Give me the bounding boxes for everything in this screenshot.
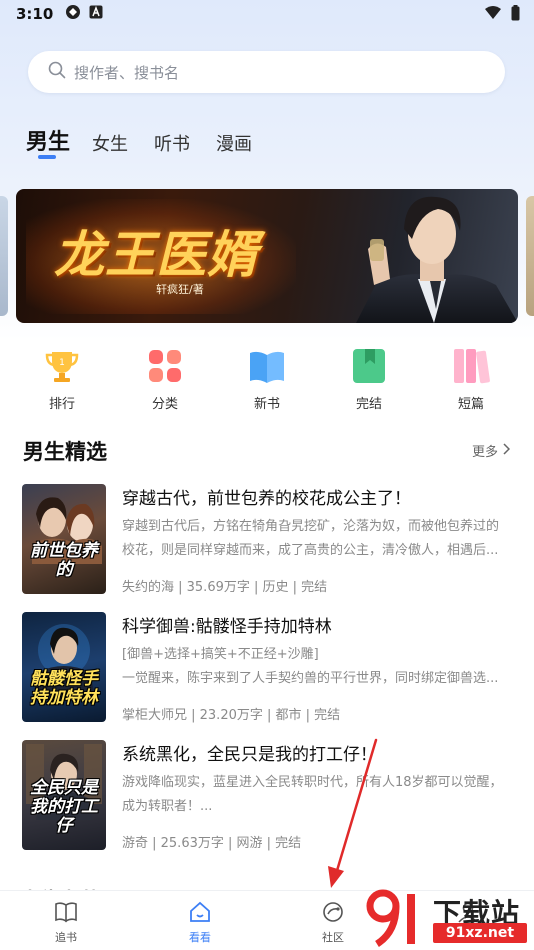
book-meta: 失约的海 | 35.69万字 | 历史 | 完结 (122, 580, 328, 595)
tab-label: 女生 (92, 134, 129, 155)
tab-label: 听书 (154, 134, 191, 155)
book-cover: 前世包养的 (22, 484, 106, 594)
book-icon (54, 902, 78, 927)
book-desc-line: 一觉醒来，陈宇来到了人手契约兽的平行世界，同时绑定御兽选... (122, 671, 499, 686)
promo-banner[interactable]: 龙王医婿 轩疯狂/著 (16, 189, 518, 323)
more-label: 更多 (471, 445, 498, 460)
community-icon (321, 902, 345, 927)
book-item[interactable]: 全民只是我的打工仔 系统黑化，全民只是我的打工仔！ 游戏降临现实，蓝星进入全民转… (22, 740, 512, 851)
more-button[interactable]: 更多 (471, 441, 511, 460)
short-books-icon (452, 347, 490, 385)
category-label: 排行 (48, 397, 75, 412)
category-ranking[interactable]: 1 排行 (27, 347, 97, 412)
book-title: 科学御兽:骷髅怪手持加特林 (122, 617, 332, 637)
watermark-url: 91xz.net (433, 923, 527, 943)
book-cover: 骷髅怪手持加特林 (22, 612, 106, 722)
watermark-logo: 下载站 91xz.net (365, 888, 530, 948)
book-desc-line: [御兽+选择+搞笑+不正经+沙雕] (122, 647, 319, 662)
app-notification-icon (65, 4, 81, 24)
watermark-91-glyph (366, 889, 415, 947)
cover-title: 骷髅怪手持加特林 (30, 669, 98, 708)
status-time: 3:10 (16, 5, 54, 23)
category-completed[interactable]: 完结 (334, 347, 404, 412)
book-description: [御兽+选择+搞笑+不正经+沙雕] 一觉醒来，陈宇来到了人手契约兽的平行世界，同… (122, 643, 510, 691)
nav-label: 追书 (55, 931, 77, 944)
bookmark-book-icon (350, 347, 388, 385)
category-shortcuts: 1 排行 分类 新书 完结 短篇 (0, 347, 534, 417)
category-label: 短篇 (457, 397, 484, 412)
book-desc-line: 校花，则是同样穿越而来，成了高贵的公主，清冷傲人，相遇后... (122, 543, 499, 558)
category-label: 完结 (355, 397, 382, 412)
book-title: 穿越古代，前世包养的校花成公主了！ (122, 489, 411, 509)
tab-label: 男生 (26, 130, 71, 155)
banner-prev-peek[interactable] (0, 196, 8, 316)
nav-label: 看看 (189, 931, 211, 944)
category-new-books[interactable]: 新书 (232, 347, 302, 412)
svg-text:1: 1 (59, 358, 65, 368)
banner-title: 龙王医婿 (54, 226, 258, 284)
grid-icon (146, 347, 184, 385)
battery-icon (511, 5, 520, 25)
banner-next-peek[interactable] (526, 196, 534, 316)
active-tab-indicator (38, 155, 56, 159)
cover-title: 全民只是我的打工仔 (30, 778, 98, 836)
tab-female[interactable]: 女生 (92, 130, 128, 156)
chevron-right-icon (502, 442, 511, 459)
open-book-icon (248, 347, 286, 385)
book-description: 游戏降临现实，蓝星进入全民转职时代，所有人18岁都可以觉醒， 成为转职者！... (122, 771, 510, 819)
banner-author: 轩疯狂/著 (156, 283, 204, 296)
app-a-notification-icon (89, 5, 103, 23)
status-bar: 3:10 (0, 0, 534, 28)
book-cover: 全民只是我的打工仔 (22, 740, 106, 850)
tab-audiobook[interactable]: 听书 (154, 130, 190, 156)
category-label: 新书 (253, 397, 280, 412)
search-placeholder: 搜作者、搜书名 (74, 63, 180, 82)
tab-male[interactable]: 男生 (26, 124, 71, 159)
channel-tabs: 男生 女生 听书 漫画 (26, 124, 278, 159)
section-title: 男生精选 (23, 440, 107, 464)
tab-comic[interactable]: 漫画 (216, 130, 252, 156)
category-short-stories[interactable]: 短篇 (436, 347, 506, 412)
wifi-icon (485, 6, 501, 24)
book-description: 穿越到古代后，方铭在犄角旮旯挖矿，沦落为奴，而被他包养过的 校花，则是同样穿越而… (122, 515, 510, 563)
tab-label: 漫画 (216, 134, 253, 155)
category-classify[interactable]: 分类 (130, 347, 200, 412)
trophy-icon: 1 (43, 347, 81, 385)
book-desc-line: 穿越到古代后，方铭在犄角旮旯挖矿，沦落为奴，而被他包养过的 (122, 519, 500, 534)
book-title: 系统黑化，全民只是我的打工仔！ (122, 745, 377, 765)
search-input[interactable]: 搜作者、搜书名 (28, 51, 505, 93)
nav-discover[interactable]: 看看 (160, 901, 240, 945)
book-item[interactable]: 前世包养的 穿越古代，前世包养的校花成公主了！ 穿越到古代后，方铭在犄角旮旯挖矿… (22, 484, 512, 595)
banner-character-illustration (356, 196, 518, 323)
book-desc-line: 成为转职者！... (122, 799, 213, 814)
nav-community[interactable]: 社区 (293, 901, 373, 945)
book-meta: 游奇 | 25.63万字 | 网游 | 完结 (122, 836, 302, 851)
book-item[interactable]: 骷髅怪手持加特林 科学御兽:骷髅怪手持加特林 [御兽+选择+搞笑+不正经+沙雕]… (22, 612, 512, 723)
cover-title: 前世包养的 (30, 541, 98, 580)
search-icon (48, 61, 66, 83)
nav-bookshelf[interactable]: 追书 (26, 901, 106, 945)
category-label: 分类 (151, 397, 178, 412)
home-icon (188, 901, 212, 927)
book-desc-line: 游戏降临现实，蓝星进入全民转职时代，所有人18岁都可以觉醒， (122, 775, 503, 790)
nav-label: 社区 (322, 931, 344, 944)
book-meta: 掌柜大师兄 | 23.20万字 | 都市 | 完结 (122, 708, 341, 723)
